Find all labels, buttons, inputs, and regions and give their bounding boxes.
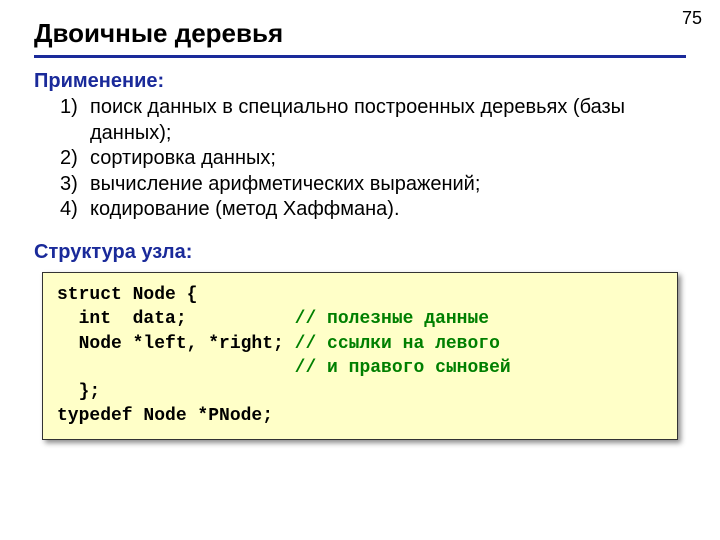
code-comment: // и правого сыновей	[295, 358, 511, 378]
page-number: 75	[682, 8, 702, 29]
code-line	[57, 358, 295, 378]
code-line: };	[57, 382, 100, 402]
code-comment: // ссылки на левого	[295, 334, 500, 354]
code-block: struct Node { int data; // полезные данн…	[42, 272, 678, 440]
code-line: struct Node {	[57, 285, 197, 305]
list-item: вычисление арифметических выражений;	[60, 172, 686, 198]
code-line: Node *left, *right;	[57, 334, 295, 354]
section-struct-label: Структура узла:	[34, 241, 686, 264]
list-item: поиск данных в специально построенных де…	[60, 95, 686, 146]
section-application-label: Применение:	[34, 70, 686, 93]
list-item: кодирование (метод Хаффмана).	[60, 197, 686, 223]
list-item: сортировка данных;	[60, 146, 686, 172]
code-line: typedef Node *PNode;	[57, 406, 273, 426]
code-comment: // полезные данные	[295, 309, 489, 329]
code-line: int data;	[57, 309, 295, 329]
application-list: поиск данных в специально построенных де…	[60, 95, 686, 223]
page-title: Двоичные деревья	[34, 18, 686, 58]
